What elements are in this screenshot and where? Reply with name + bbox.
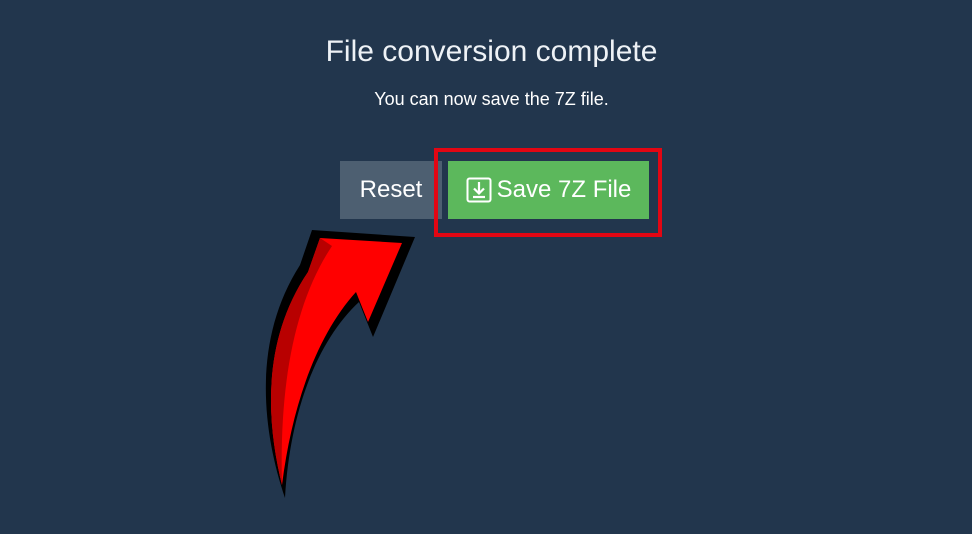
reset-button-label: Reset <box>359 176 423 203</box>
save-button-label: Save 7Z File <box>496 176 632 203</box>
annotation-arrow <box>265 230 415 498</box>
page-subtitle: You can now save the 7Z file. <box>374 89 609 109</box>
download-icon <box>466 177 492 203</box>
page-title: File conversion complete <box>325 35 658 68</box>
reset-button[interactable]: Reset <box>340 161 442 219</box>
save-7z-file-button[interactable]: Save 7Z File <box>448 161 649 219</box>
